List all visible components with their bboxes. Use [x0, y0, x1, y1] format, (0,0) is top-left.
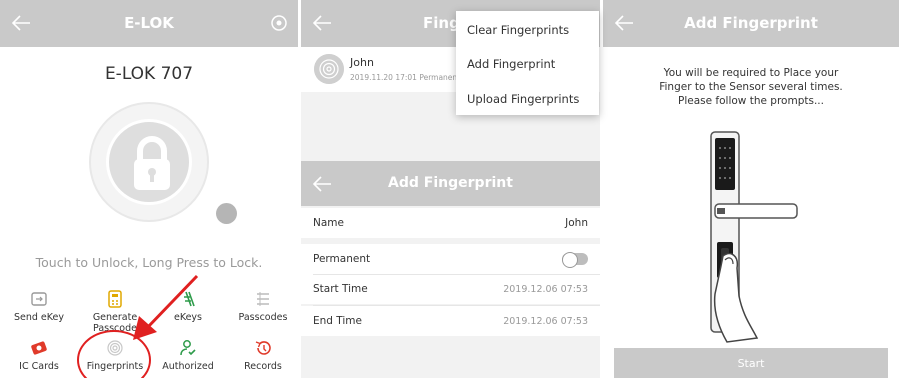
grid-label: Send eKey: [13, 312, 64, 323]
permanent-toggle[interactable]: [562, 252, 588, 268]
ic-cards-icon: [31, 341, 47, 355]
unlock-hint: Touch to Unlock, Long Press to Lock.: [35, 255, 263, 270]
records-icon: [255, 341, 271, 355]
instruction-line: Finger to the Sensor several times.: [659, 81, 843, 93]
door-lock-illustration: [710, 131, 798, 343]
add-fingerprint-topbar: Add Fingerprint: [301, 161, 600, 206]
divider: [313, 305, 600, 306]
grid-label: Passcodes: [238, 312, 288, 323]
fingerprint-icon: [107, 340, 123, 356]
grid-passcodes[interactable]: Passcodes: [226, 290, 298, 323]
name-row[interactable]: Name John: [301, 208, 600, 238]
instruction-line: You will be required to Place your: [663, 67, 839, 79]
fingerprint-avatar-icon: [314, 54, 344, 84]
start-time-label: Start Time: [313, 283, 368, 295]
menu-upload-fingerprints[interactable]: Upload Fingerprints: [467, 92, 579, 106]
divider: [313, 274, 600, 275]
fingerprint-meta: 2019.11.20 17:01 Permanent: [350, 73, 461, 82]
lock-screen-topbar: E-LOK: [0, 0, 298, 47]
start-time-value: 2019.12.06 07:53: [503, 284, 588, 295]
grid-label: IC Cards: [19, 361, 59, 372]
permanent-label: Permanent: [313, 253, 371, 265]
grid-records[interactable]: Records: [226, 339, 298, 372]
fingerprints-dropdown-menu: Clear Fingerprints Add Fingerprint Uploa…: [456, 11, 599, 115]
add-fingerprint-title: Add Fingerprint: [684, 14, 818, 32]
lock-name: E-LOK 707: [104, 64, 194, 84]
end-time-value: 2019.12.06 07:53: [503, 316, 588, 327]
menu-clear-fingerprints[interactable]: Clear Fingerprints: [467, 23, 569, 37]
red-pointer-arrow: [133, 274, 199, 340]
grid-label: Fingerprints: [86, 361, 144, 372]
menu-add-fingerprint[interactable]: Add Fingerprint: [467, 57, 555, 71]
end-time-row[interactable]: End Time 2019.12.06 07:53: [301, 306, 600, 336]
instructions-text: You will be required to Place your Finge…: [603, 66, 899, 108]
grid-send-ekey[interactable]: Send eKey: [2, 290, 76, 323]
grid-label: Records: [244, 361, 282, 372]
send-ekey-icon: [31, 292, 47, 306]
grid-ic-cards[interactable]: IC Cards: [2, 339, 76, 372]
generate-passcode-icon: [108, 290, 122, 308]
passcodes-icon: [257, 292, 269, 306]
permanent-row: Permanent: [301, 244, 600, 274]
padlock-icon: [134, 136, 170, 190]
add-fingerprint-form: Add Fingerprint Name John Permanent Star…: [301, 161, 600, 378]
start-button[interactable]: Start: [614, 348, 888, 378]
back-arrow-icon[interactable]: [311, 13, 333, 33]
grid-label: Authorized: [162, 361, 214, 372]
name-value[interactable]: John: [565, 217, 588, 229]
add-fingerprint-instructions-panel: Add Fingerprint You will be required to …: [603, 0, 899, 378]
start-time-row[interactable]: Start Time 2019.12.06 07:53: [301, 274, 600, 304]
add-fingerprint-title: Add Fingerprint: [388, 175, 513, 191]
grid-authorized[interactable]: Authorized: [151, 339, 225, 372]
settings-icon[interactable]: [270, 14, 288, 32]
lock-screen-title: E-LOK: [124, 14, 174, 32]
grid-fingerprints[interactable]: Fingerprints: [78, 339, 152, 372]
fingerprint-name: John: [350, 56, 374, 69]
lock-screen-panel: E-LOK E-LOK 707 Touch to Unlock, Long Pr…: [0, 0, 298, 378]
instruction-line: Please follow the prompts...: [678, 95, 824, 107]
unlock-button[interactable]: [89, 102, 209, 222]
add-fingerprint-topbar: Add Fingerprint: [603, 0, 899, 47]
touch-badge-icon: [216, 203, 237, 224]
unlock-button-inner: [106, 119, 192, 205]
end-time-label: End Time: [313, 315, 362, 327]
name-label: Name: [313, 217, 344, 229]
